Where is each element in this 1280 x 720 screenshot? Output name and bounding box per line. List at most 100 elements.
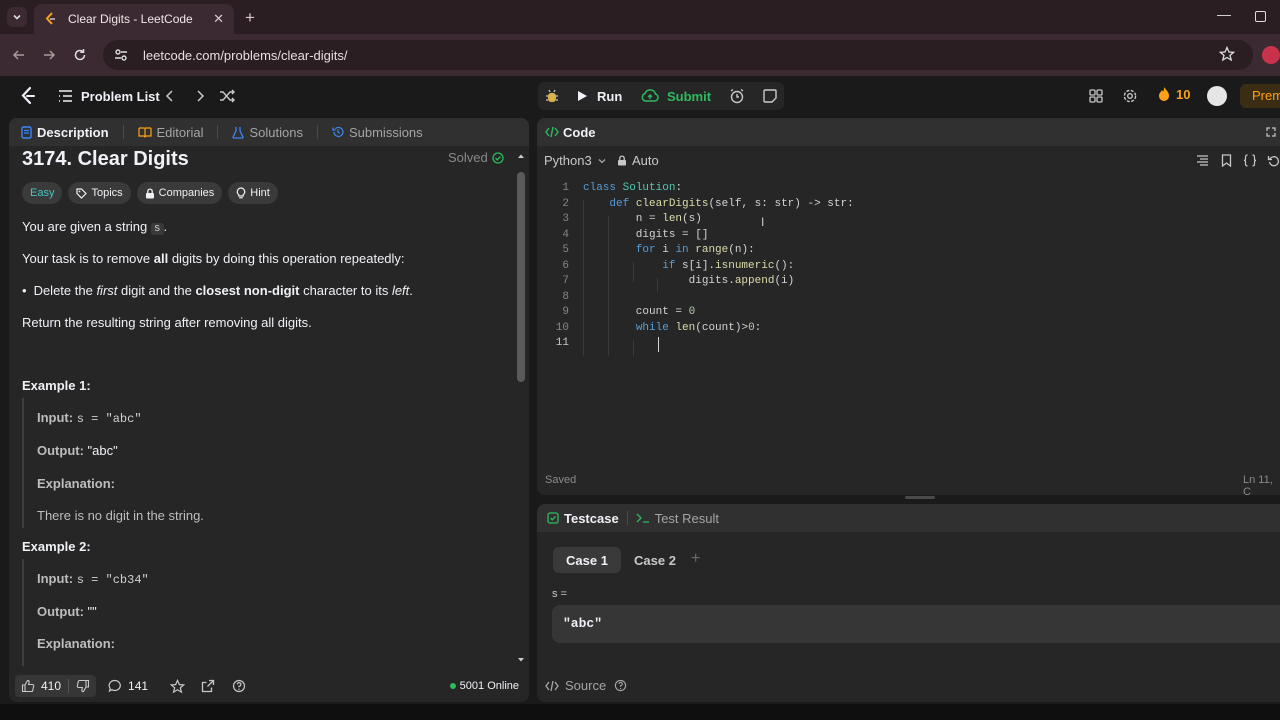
leetcode-logo-icon[interactable] — [20, 86, 36, 106]
lock-icon — [618, 155, 626, 166]
maximize-icon[interactable] — [1266, 127, 1276, 137]
input-variable-value[interactable]: "abc" — [552, 605, 1280, 643]
settings-gear-icon[interactable] — [1122, 88, 1138, 104]
layout-grid-icon[interactable] — [1088, 88, 1104, 104]
language-select[interactable]: Python3 — [544, 153, 607, 168]
online-indicator: 5001 Online — [449, 680, 519, 692]
code-line[interactable]: digits.append(i) — [583, 275, 795, 287]
case-2-tab[interactable]: Case 2 — [621, 547, 689, 573]
leetcode-logo-icon — [45, 12, 55, 25]
code-line[interactable]: class Solution: — [583, 182, 682, 194]
example-1-output: Output: "abc" — [37, 443, 118, 458]
note-icon[interactable] — [762, 88, 778, 104]
label: Explanation: — [37, 636, 116, 651]
code-line[interactable]: if s[i].isnumeric(): — [583, 260, 794, 272]
tab-search-button[interactable] — [7, 7, 27, 27]
back-button[interactable] — [10, 46, 28, 64]
book-icon — [137, 127, 152, 138]
reload-button[interactable] — [71, 46, 89, 64]
companies-tag[interactable]: Companies — [136, 182, 223, 204]
alarm-clock-icon[interactable] — [729, 88, 745, 104]
panel-resize-handle[interactable] — [905, 496, 935, 499]
code-line[interactable]: digits = [] — [583, 229, 709, 241]
user-avatar[interactable] — [1207, 86, 1227, 106]
bookmark-star-icon[interactable] — [1219, 46, 1235, 62]
code-editor[interactable]: 1 class Solution: 2 def clearDigits(self, … — [537, 182, 1280, 472]
value: s = "cb34" — [76, 573, 149, 587]
code-line[interactable]: n = len(s) — [583, 213, 702, 225]
chevron-down-icon — [598, 158, 606, 163]
next-problem-icon[interactable] — [194, 89, 206, 103]
code-line[interactable]: count = 0 — [583, 306, 695, 318]
run-button[interactable]: Run — [576, 82, 622, 110]
list-icon — [59, 90, 72, 102]
example-2-output: Output: "" — [37, 604, 97, 619]
value: "" — [87, 604, 97, 619]
tab-submissions[interactable]: Submissions — [332, 125, 423, 140]
code-line[interactable]: for i in range(n): — [583, 244, 755, 256]
label: Input: — [37, 410, 74, 425]
share-icon[interactable] — [201, 679, 215, 693]
maximize-window-button[interactable] — [1255, 11, 1266, 22]
tag-icon — [76, 187, 88, 199]
autocomplete-mode[interactable]: Auto — [617, 153, 659, 168]
text: Your task is to remove — [22, 251, 154, 266]
help-icon[interactable] — [614, 679, 627, 692]
browser-profile-avatar[interactable] — [1262, 46, 1280, 64]
document-icon — [21, 125, 32, 139]
line-number: 4 — [562, 228, 569, 241]
browser-tab[interactable]: Clear Digits - LeetCode ✕ — [34, 4, 234, 34]
code-line[interactable] — [583, 337, 662, 349]
add-case-button[interactable]: + — [691, 550, 700, 568]
save-status: Saved — [545, 474, 577, 486]
shuffle-icon[interactable] — [219, 88, 235, 104]
code-line[interactable]: while len(count)>0: — [583, 322, 761, 334]
text: . — [409, 283, 413, 298]
minimize-window-button[interactable]: — — [1217, 6, 1231, 22]
solved-status: Solved — [448, 150, 504, 165]
code-panel-header: Code — [537, 118, 1280, 146]
scrollbar-thumb[interactable] — [517, 172, 525, 382]
debug-icon[interactable] — [544, 88, 560, 104]
tab-divider — [217, 125, 219, 139]
tab-test-result[interactable]: Test Result — [636, 511, 719, 526]
case-1-tab[interactable]: Case 1 — [553, 547, 621, 573]
problem-title[interactable]: 3174. Clear Digits — [22, 148, 189, 171]
tab-editorial[interactable]: Editorial — [137, 125, 203, 140]
code-line[interactable]: def clearDigits(self, s: str) -> str: — [583, 198, 853, 210]
scroll-down-icon[interactable] — [515, 656, 527, 664]
topics-tag[interactable]: Topics — [68, 182, 131, 204]
help-icon[interactable] — [232, 679, 246, 693]
browser-tab-bar: Clear Digits - LeetCode ✕ + — — [0, 0, 1280, 34]
braces-icon[interactable] — [1243, 154, 1257, 167]
tab-solutions[interactable]: Solutions — [232, 125, 303, 140]
comment-icon[interactable] — [108, 679, 122, 693]
url-field[interactable]: leetcode.com/problems/clear-digits/ — [103, 40, 1253, 70]
problem-list-link[interactable]: Problem List — [81, 89, 160, 104]
reset-icon[interactable] — [1267, 154, 1280, 167]
submit-button[interactable]: Submit — [640, 82, 711, 110]
hint-tag[interactable]: Hint — [228, 182, 278, 204]
premium-button[interactable]: Prem — [1240, 84, 1280, 108]
tab-testcase[interactable]: Testcase — [547, 511, 619, 526]
line-number: 7 — [562, 275, 569, 287]
scroll-up-icon[interactable] — [515, 152, 527, 160]
thumbs-up-icon[interactable] — [21, 679, 35, 693]
bold-text: closest non-digit — [195, 283, 300, 298]
online-dot — [449, 683, 456, 689]
hint-label: Hint — [250, 187, 270, 199]
previous-problem-icon[interactable] — [164, 89, 176, 103]
thumbs-down-icon[interactable] — [76, 679, 90, 693]
new-tab-button[interactable]: + — [245, 8, 255, 28]
fire-icon — [1159, 87, 1169, 101]
streak-counter[interactable]: 10 — [1157, 86, 1190, 102]
source-row[interactable]: Source — [545, 678, 627, 693]
chevron-down-icon — [13, 14, 21, 20]
close-tab-icon[interactable]: ✕ — [213, 11, 224, 27]
format-align-icon[interactable] — [1196, 154, 1209, 167]
favorite-star-icon[interactable] — [170, 678, 186, 694]
problem-paragraph-2: Your task is to remove all digits by doi… — [22, 251, 405, 266]
forward-button[interactable] — [40, 46, 58, 64]
tab-description[interactable]: Description — [21, 125, 109, 140]
bookmark-icon[interactable] — [1221, 154, 1232, 167]
